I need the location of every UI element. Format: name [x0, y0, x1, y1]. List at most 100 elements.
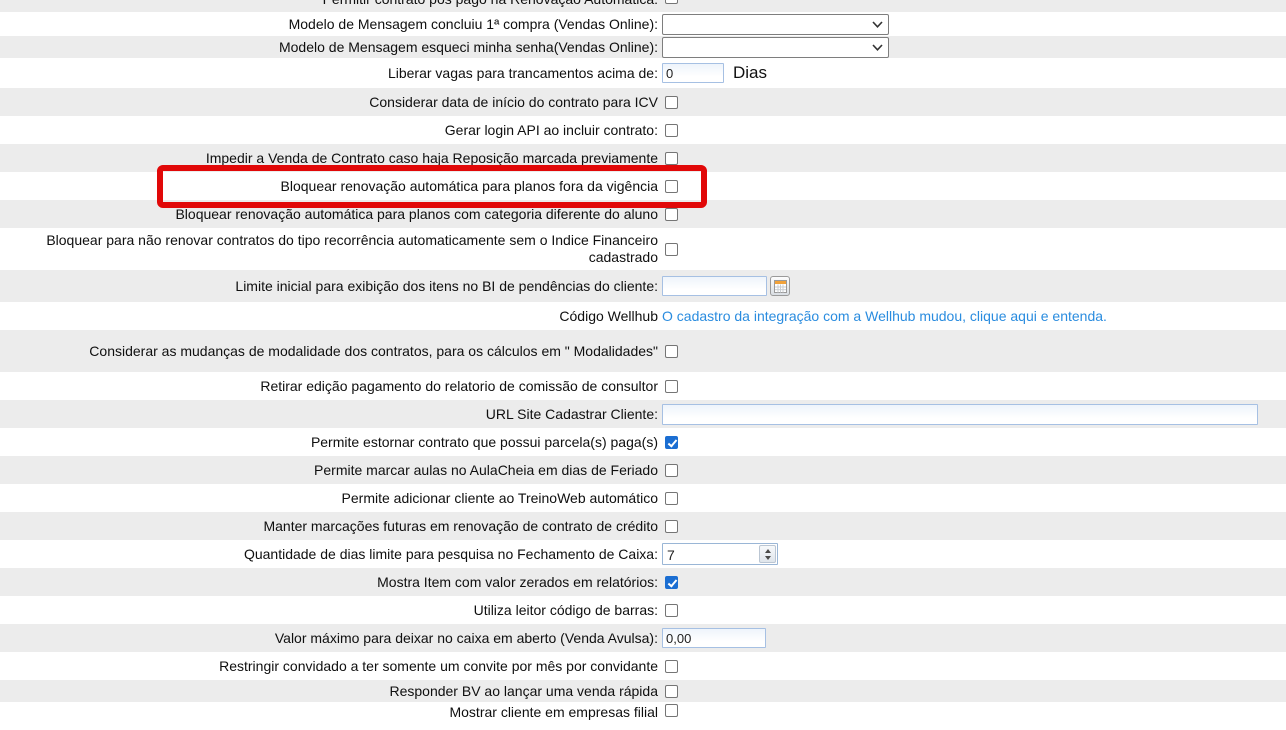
setting-label: Mostra Item com valor zerados em relatór… — [0, 574, 658, 591]
setting-row: Considerar data de início do contrato pa… — [0, 88, 1286, 116]
modelo-esqueci-senha-select[interactable] — [662, 37, 889, 58]
bloquear-recorrencia-sem-indice-checkbox[interactable] — [665, 243, 678, 256]
setting-control — [658, 464, 1286, 477]
permitir-pos-pago-checkbox[interactable] — [665, 0, 678, 4]
spinner-buttons[interactable] — [759, 545, 776, 563]
setting-row: Limite inicial para exibição dos itens n… — [0, 270, 1286, 302]
contract-settings-form: Permitir contrato pós pago na Renovação … — [0, 0, 1286, 730]
setting-row: Permite marcar aulas no AulaCheia em dia… — [0, 456, 1286, 484]
setting-label: Considerar data de início do contrato pa… — [0, 94, 658, 111]
setting-control — [658, 404, 1286, 425]
bloquear-renovacao-fora-vigencia-checkbox[interactable] — [665, 180, 678, 193]
setting-label: Código Wellhub — [0, 308, 658, 325]
data-inicio-icv-checkbox[interactable] — [665, 96, 678, 109]
setting-label: Mostrar cliente em empresas filial — [0, 704, 658, 721]
setting-control — [658, 704, 1286, 717]
setting-control — [658, 436, 1286, 449]
valor-maximo-caixa-input[interactable] — [662, 628, 766, 648]
setting-control — [658, 380, 1286, 393]
setting-row: Valor máximo para deixar no caixa em abe… — [0, 624, 1286, 652]
setting-control — [658, 96, 1286, 109]
partial-bottom-checkbox[interactable] — [665, 704, 678, 717]
setting-control: O cadastro da integração com a Wellhub m… — [658, 308, 1286, 324]
treinoweb-automatico-checkbox[interactable] — [665, 492, 678, 505]
bi-limite-input[interactable] — [662, 276, 767, 296]
setting-control — [658, 124, 1286, 137]
restringir-convidado-checkbox[interactable] — [665, 660, 678, 673]
setting-control — [658, 276, 1286, 296]
setting-label: Permite marcar aulas no AulaCheia em dia… — [0, 462, 658, 479]
setting-row: Considerar as mudanças de modalidade dos… — [0, 330, 1286, 372]
setting-control — [658, 0, 1286, 4]
setting-label: Quantidade de dias limite para pesquisa … — [0, 546, 658, 563]
mostra-item-zerado-checkbox[interactable] — [665, 576, 678, 589]
setting-control — [658, 604, 1286, 617]
setting-row: Bloquear renovação automática para plano… — [0, 200, 1286, 228]
bloquear-renovacao-categoria-checkbox[interactable] — [665, 208, 678, 221]
setting-label: Modelo de Mensagem concluiu 1ª compra (V… — [0, 16, 658, 33]
manter-marcacoes-futuras-checkbox[interactable] — [665, 520, 678, 533]
wellhub-info-link[interactable]: O cadastro da integração com a Wellhub m… — [662, 308, 1107, 324]
gerar-login-api-checkbox[interactable] — [665, 124, 678, 137]
setting-label: Modelo de Mensagem esqueci minha senha(V… — [0, 39, 658, 56]
setting-row: URL Site Cadastrar Cliente: — [0, 400, 1286, 428]
calendar-icon — [774, 280, 787, 293]
settings-rows: Permitir contrato pós pago na Renovação … — [0, 0, 1286, 730]
setting-control — [658, 685, 1286, 698]
setting-control: Dias — [658, 63, 1286, 83]
setting-row: Permite estornar contrato que possui par… — [0, 428, 1286, 456]
setting-label: Permite estornar contrato que possui par… — [0, 434, 658, 451]
setting-row: Responder BV ao lançar uma venda rápida — [0, 680, 1286, 702]
setting-control — [658, 628, 1286, 648]
setting-control — [658, 37, 1286, 58]
url-site-cadastrar-input[interactable] — [662, 404, 1258, 425]
days-suffix-label: Dias — [733, 63, 767, 83]
setting-control — [658, 345, 1286, 358]
setting-label: Considerar as mudanças de modalidade dos… — [0, 343, 658, 360]
dias-fechamento-caixa-input[interactable]: 7 — [662, 543, 778, 565]
setting-label: Impedir a Venda de Contrato caso haja Re… — [0, 150, 658, 167]
setting-row: Gerar login API ao incluir contrato: — [0, 116, 1286, 144]
spinner-down-icon[interactable] — [765, 556, 771, 560]
calendar-button[interactable] — [770, 276, 790, 296]
setting-label: Gerar login API ao incluir contrato: — [0, 122, 658, 139]
setting-control — [658, 520, 1286, 533]
setting-label: Utiliza leitor código de barras: — [0, 602, 658, 619]
chevron-down-icon — [872, 21, 883, 28]
setting-control — [658, 208, 1286, 221]
setting-label: Manter marcações futuras em renovação de… — [0, 518, 658, 535]
setting-label: Bloquear renovação automática para plano… — [0, 206, 658, 223]
setting-label: Permite adicionar cliente ao TreinoWeb a… — [0, 490, 658, 507]
setting-row: Bloquear renovação automática para plano… — [0, 172, 1286, 200]
leitor-codigo-barras-checkbox[interactable] — [665, 604, 678, 617]
impedir-venda-reposicao-checkbox[interactable] — [665, 152, 678, 165]
setting-row: Liberar vagas para trancamentos acima de… — [0, 58, 1286, 88]
setting-row: Retirar edição pagamento do relatorio de… — [0, 372, 1286, 400]
setting-control — [658, 14, 1286, 35]
setting-label: Bloquear renovação automática para plano… — [0, 178, 658, 195]
spinner-up-icon[interactable] — [765, 549, 771, 553]
setting-label: Restringir convidado a ter somente um co… — [0, 658, 658, 675]
mudancas-modalidade-checkbox[interactable] — [665, 345, 678, 358]
responder-bv-checkbox[interactable] — [665, 685, 678, 698]
liberar-vagas-input[interactable] — [662, 63, 724, 83]
setting-control — [658, 243, 1286, 256]
retirar-edicao-pagamento-checkbox[interactable] — [665, 380, 678, 393]
setting-control — [658, 152, 1286, 165]
modelo-concluiu-compra-select[interactable] — [662, 14, 889, 35]
setting-row: Quantidade de dias limite para pesquisa … — [0, 540, 1286, 568]
setting-label: Limite inicial para exibição dos itens n… — [0, 278, 658, 295]
setting-control — [658, 180, 1286, 193]
number-value: 7 — [663, 544, 758, 564]
setting-label: Permitir contrato pós pago na Renovação … — [0, 0, 658, 8]
aulacheia-feriado-checkbox[interactable] — [665, 464, 678, 477]
setting-label: Responder BV ao lançar uma venda rápida — [0, 683, 658, 700]
setting-row: Manter marcações futuras em renovação de… — [0, 512, 1286, 540]
setting-control — [658, 576, 1286, 589]
setting-row: Impedir a Venda de Contrato caso haja Re… — [0, 144, 1286, 172]
setting-row: Mostrar cliente em empresas filial — [0, 702, 1286, 730]
setting-row: Código WellhubO cadastro da integração c… — [0, 302, 1286, 330]
permite-estornar-checkbox[interactable] — [665, 436, 678, 449]
setting-label: URL Site Cadastrar Cliente: — [0, 406, 658, 423]
setting-label: Bloquear para não renovar contratos do t… — [0, 232, 658, 266]
